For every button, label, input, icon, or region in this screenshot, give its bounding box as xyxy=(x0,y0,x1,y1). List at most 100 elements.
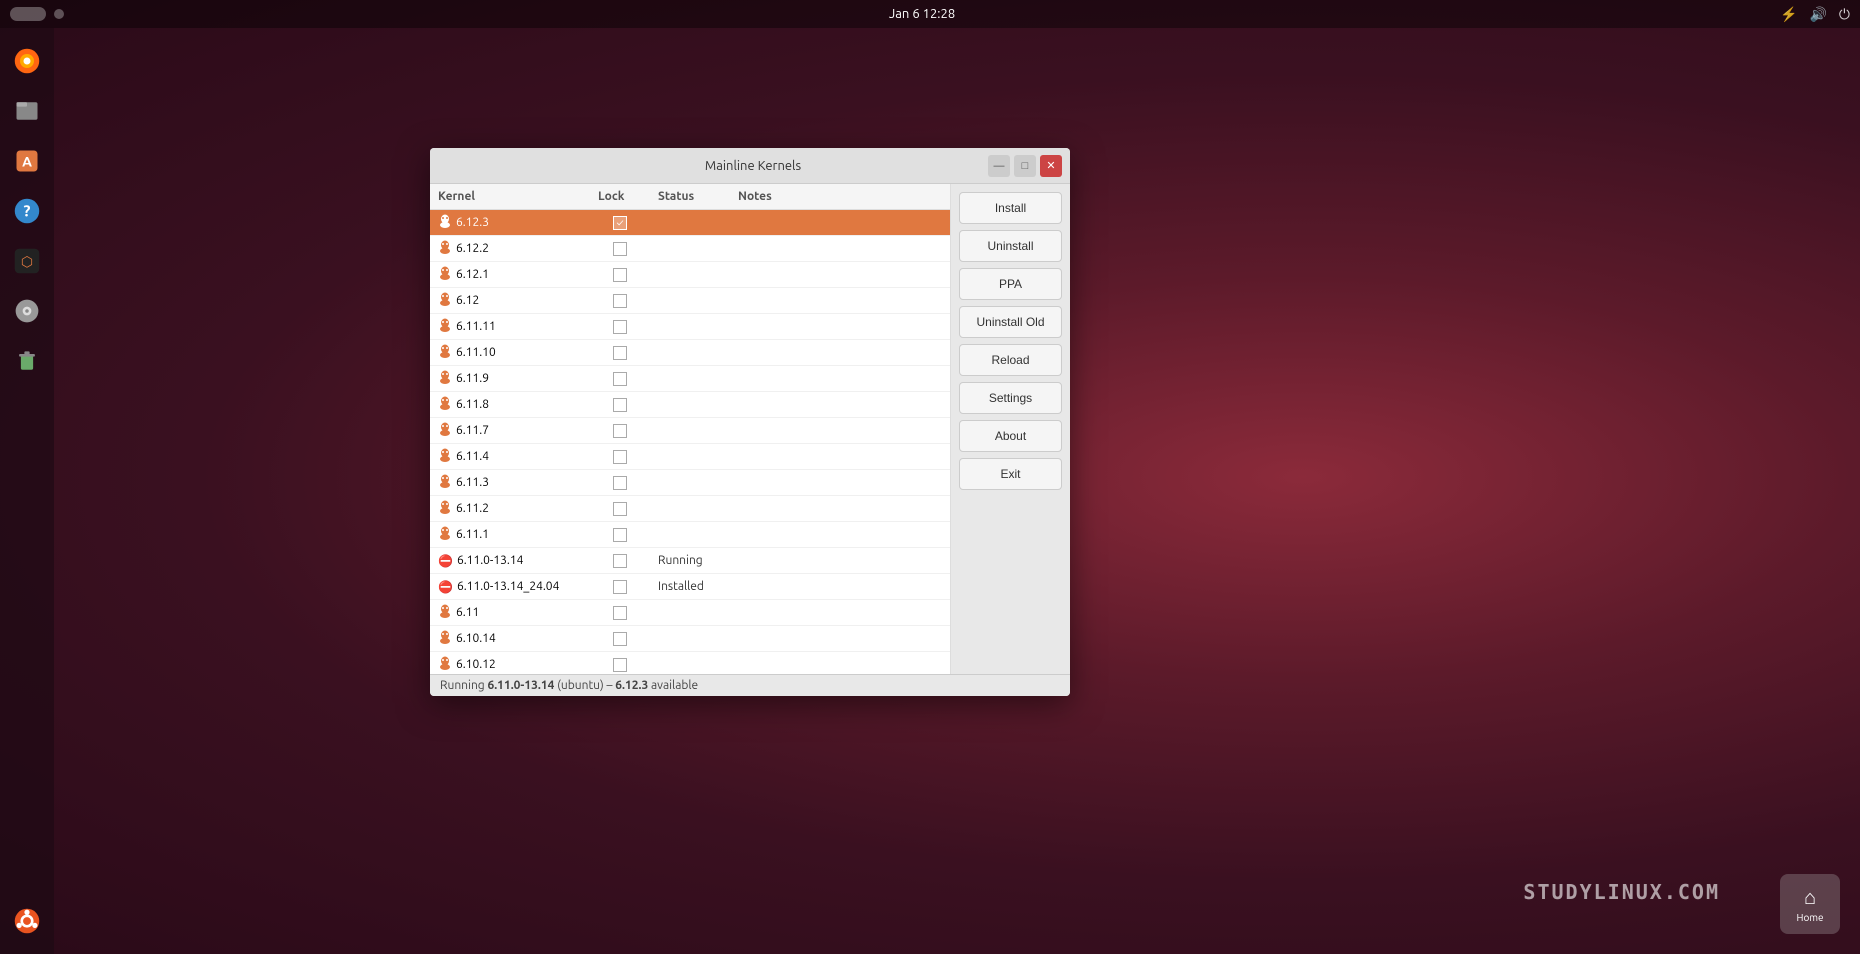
reload-button[interactable]: Reload xyxy=(959,344,1062,376)
kernel-label: 6.10.14 xyxy=(456,632,496,645)
lock-checkbox[interactable] xyxy=(613,320,627,334)
kernel-label: 6.11.7 xyxy=(456,424,489,437)
status-cell xyxy=(650,403,730,407)
sidebar-item-files[interactable] xyxy=(6,90,48,132)
watermark: STUDYLINUX.COM xyxy=(1523,880,1720,904)
linux-icon: ⛔ xyxy=(438,580,453,594)
lock-checkbox[interactable] xyxy=(613,372,627,386)
lock-checkbox[interactable] xyxy=(613,632,627,646)
sidebar-item-disk[interactable] xyxy=(6,290,48,332)
mainline-icon: ⬡ xyxy=(13,247,41,275)
status-cell xyxy=(650,377,730,381)
kernel-cell: 6.12.1 xyxy=(430,264,590,285)
table-row[interactable]: ⛔6.11.0-13.14Running xyxy=(430,548,950,574)
table-row[interactable]: 6.11.2 xyxy=(430,496,950,522)
lock-checkbox[interactable] xyxy=(613,502,627,516)
uninstall-button[interactable]: Uninstall xyxy=(959,230,1062,262)
table-row[interactable]: 6.11.1 xyxy=(430,522,950,548)
sidebar-item-mainline[interactable]: ⬡ xyxy=(6,240,48,282)
lock-checkbox[interactable] xyxy=(613,424,627,438)
lock-checkbox[interactable] xyxy=(613,450,627,464)
kernel-label: 6.11.0-13.14_24.04 xyxy=(457,580,559,593)
table-row[interactable]: ⛔6.11.0-13.14_24.04Installed xyxy=(430,574,950,600)
kernel-cell: ⛔ 6.11.0-13.14_24.04 xyxy=(430,578,590,596)
disk-icon xyxy=(13,297,41,325)
settings-button[interactable]: Settings xyxy=(959,382,1062,414)
kernel-label: 6.11.9 xyxy=(456,372,489,385)
linux-icon xyxy=(438,630,452,647)
sidebar-item-trash[interactable] xyxy=(6,340,48,382)
button-panel: Install Uninstall PPA Uninstall Old Relo… xyxy=(950,184,1070,674)
linux-icon xyxy=(438,266,452,283)
kernel-label: 6.11.4 xyxy=(456,450,489,463)
table-row[interactable]: 6.12.1 xyxy=(430,262,950,288)
lock-cell xyxy=(590,292,650,310)
network-icon: ⚡ xyxy=(1780,6,1797,23)
exit-button[interactable]: Exit xyxy=(959,458,1062,490)
table-row[interactable]: 6.11.10 xyxy=(430,340,950,366)
sidebar-item-firefox[interactable] xyxy=(6,40,48,82)
lock-checkbox[interactable] xyxy=(613,268,627,282)
table-row[interactable]: 6.12.3✓ xyxy=(430,210,950,236)
lock-checkbox[interactable] xyxy=(613,398,627,412)
uninstall-old-button[interactable]: Uninstall Old xyxy=(959,306,1062,338)
minimize-button[interactable]: — xyxy=(988,155,1010,177)
lock-checkbox[interactable] xyxy=(613,528,627,542)
table-row[interactable]: 6.11.11 xyxy=(430,314,950,340)
table-row[interactable]: 6.11.9 xyxy=(430,366,950,392)
linux-icon xyxy=(438,604,452,621)
power-icon[interactable]: ⏻ xyxy=(1839,6,1850,23)
maximize-button[interactable]: □ xyxy=(1014,155,1036,177)
kernel-cell: 6.11.1 xyxy=(430,524,590,545)
lock-checkbox[interactable] xyxy=(613,294,627,308)
kernel-label: 6.11 xyxy=(456,606,479,619)
kernel-label: 6.10.12 xyxy=(456,658,496,671)
kernel-cell: 6.10.12 xyxy=(430,654,590,674)
table-row[interactable]: 6.11.3 xyxy=(430,470,950,496)
lock-cell xyxy=(590,266,650,284)
linux-icon xyxy=(438,656,452,673)
lock-cell xyxy=(590,656,650,674)
lock-checkbox[interactable] xyxy=(613,658,627,672)
kernel-label: 6.11.0-13.14 xyxy=(457,554,523,567)
sidebar-item-ubuntu[interactable] xyxy=(6,900,48,942)
notes-cell xyxy=(730,507,950,511)
close-button[interactable]: ✕ xyxy=(1040,155,1062,177)
table-row[interactable]: 6.11 xyxy=(430,600,950,626)
lock-checkbox[interactable]: ✓ xyxy=(613,216,627,230)
lock-cell xyxy=(590,396,650,414)
linux-icon xyxy=(438,292,452,309)
kernel-label: 6.12 xyxy=(456,294,479,307)
kernel-label: 6.11.8 xyxy=(456,398,489,411)
files-icon xyxy=(13,97,41,125)
lock-checkbox[interactable] xyxy=(613,580,627,594)
top-bar: Jan 6 12:28 ⚡ 🔊 ⏻ xyxy=(0,0,1860,28)
status-cell xyxy=(650,429,730,433)
table-row[interactable]: 6.12 xyxy=(430,288,950,314)
install-button[interactable]: Install xyxy=(959,192,1062,224)
table-row[interactable]: 6.11.8 xyxy=(430,392,950,418)
lock-cell xyxy=(590,422,650,440)
kernel-cell: 6.11.7 xyxy=(430,420,590,441)
table-row[interactable]: 6.11.7 xyxy=(430,418,950,444)
table-row[interactable]: 6.11.4 xyxy=(430,444,950,470)
about-button[interactable]: About xyxy=(959,420,1062,452)
ppa-button[interactable]: PPA xyxy=(959,268,1062,300)
status-cell: Running xyxy=(650,552,730,569)
lock-checkbox[interactable] xyxy=(613,554,627,568)
lock-checkbox[interactable] xyxy=(613,476,627,490)
kernel-cell: 6.11.2 xyxy=(430,498,590,519)
table-row[interactable]: 6.10.12 xyxy=(430,652,950,674)
sidebar-item-help[interactable]: ? xyxy=(6,190,48,232)
notes-cell xyxy=(730,559,950,563)
lock-checkbox[interactable] xyxy=(613,606,627,620)
table-row[interactable]: 6.10.14 xyxy=(430,626,950,652)
lock-checkbox[interactable] xyxy=(613,346,627,360)
home-button[interactable]: ⌂ Home xyxy=(1780,874,1840,934)
datetime: Jan 6 12:28 xyxy=(889,7,955,21)
table-row[interactable]: 6.12.2 xyxy=(430,236,950,262)
sidebar-item-app-center[interactable]: A xyxy=(6,140,48,182)
lock-checkbox[interactable] xyxy=(613,242,627,256)
kernel-cell: 6.11.8 xyxy=(430,394,590,415)
kernel-label: 6.11.2 xyxy=(456,502,489,515)
